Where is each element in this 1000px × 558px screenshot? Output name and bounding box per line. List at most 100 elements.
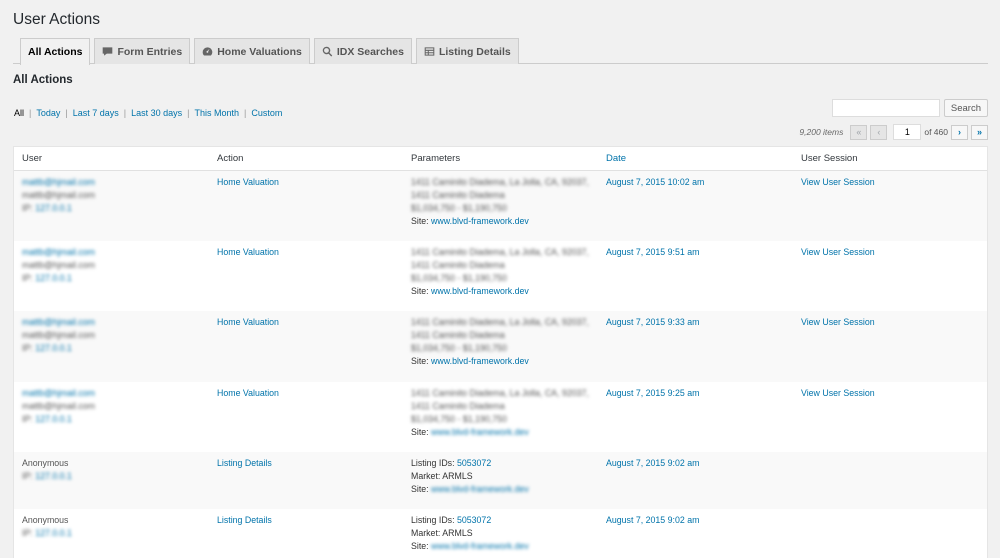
param-street: 1411 Caminito Diadema	[411, 330, 505, 340]
date-link[interactable]: August 7, 2015 9:02 am	[606, 515, 699, 525]
session-cell: View User Session	[801, 387, 875, 400]
filter-last-30-days[interactable]: Last 30 days	[131, 108, 182, 118]
parameters-cell: 1411 Caminito Diadema, La Jolla, CA, 920…	[411, 246, 589, 298]
site-label: Site:	[411, 427, 432, 437]
user-anonymous: Anonymous	[22, 515, 69, 525]
date-cell: August 7, 2015 9:33 am	[606, 316, 699, 329]
prev-page-button[interactable]: ‹	[870, 124, 888, 140]
ip-label: IP:	[22, 528, 36, 538]
table-row: mattb@hjmail.com mattb@hjmail.com IP: 12…	[14, 241, 987, 311]
site-link[interactable]: www.blvd-framework.dev	[431, 484, 529, 494]
date-link[interactable]: August 7, 2015 10:02 am	[606, 177, 704, 187]
date-link[interactable]: August 7, 2015 9:33 am	[606, 317, 699, 327]
search-input[interactable]	[831, 99, 940, 117]
filter-last-7-days[interactable]: Last 7 days	[73, 108, 119, 118]
param-listing-ids: Listing IDs: 5053072	[411, 457, 529, 470]
action-cell: Listing Details	[217, 514, 272, 527]
site-link[interactable]: www.blvd-framework.dev	[431, 356, 529, 366]
view-user-session-link[interactable]: View User Session	[801, 388, 875, 398]
item-count: 9,200 items	[799, 127, 844, 137]
filter-separator: |	[244, 108, 247, 118]
param-site: Site: www.blvd-framework.dev	[411, 540, 529, 553]
filter-separator: |	[187, 108, 190, 118]
filter-custom[interactable]: Custom	[251, 108, 282, 118]
action-link[interactable]: Home Valuation	[217, 177, 279, 187]
tab-bar: All Actions Form Entries Home Valuations…	[20, 38, 519, 65]
last-page-button[interactable]: »	[971, 124, 988, 140]
date-link[interactable]: August 7, 2015 9:51 am	[606, 247, 699, 257]
tab-listing-details[interactable]: Listing Details	[415, 38, 519, 64]
session-cell: View User Session	[801, 246, 875, 259]
first-page-button[interactable]: «	[850, 124, 868, 140]
tab-idx-searches[interactable]: IDX Searches	[313, 38, 412, 64]
action-link[interactable]: Listing Details	[217, 515, 272, 525]
user-ip: IP: 127.0.0.1	[22, 202, 95, 215]
user-anonymous: Anonymous	[22, 458, 69, 468]
user-actions-table: User Action Parameters Date User Session…	[13, 146, 988, 558]
param-address: 1411 Caminito Diadema, La Jolla, CA, 920…	[411, 177, 589, 187]
tab-label: Listing Details	[438, 45, 511, 58]
column-user: User	[22, 153, 43, 164]
ip-link[interactable]: 127.0.0.1	[35, 471, 72, 481]
parameters-cell: 1411 Caminito Diadema, La Jolla, CA, 920…	[411, 316, 589, 368]
filter-separator: |	[65, 108, 68, 118]
site-link[interactable]: www.blvd-framework.dev	[431, 286, 529, 296]
ip-link[interactable]: 127.0.0.1	[35, 528, 72, 538]
user-email-link[interactable]: mattb@hjmail.com	[22, 176, 95, 189]
tab-all-actions[interactable]: All Actions	[20, 38, 91, 65]
user-cell: mattb@hjmail.com mattb@hjmail.com IP: 12…	[22, 246, 95, 285]
next-page-button[interactable]: ›	[951, 124, 968, 140]
user-email-link[interactable]: mattb@hjmail.com	[22, 246, 95, 259]
column-date-sort[interactable]: Date	[606, 153, 626, 164]
user-email: mattb@hjmail.com	[22, 330, 95, 340]
ip-link[interactable]: 127.0.0.1	[35, 414, 72, 424]
user-email: mattb@hjmail.com	[22, 401, 95, 411]
param-street: 1411 Caminito Diadema	[411, 190, 505, 200]
filter-separator: |	[123, 108, 127, 118]
user-ip: IP: 127.0.0.1	[22, 272, 95, 285]
filter-all[interactable]: All	[14, 108, 24, 118]
filter-today[interactable]: Today	[36, 108, 60, 118]
tab-home-valuations[interactable]: Home Valuations	[194, 38, 310, 64]
site-link[interactable]: www.blvd-framework.dev	[431, 216, 529, 226]
action-link[interactable]: Listing Details	[217, 458, 272, 468]
column-user-session: User Session	[801, 153, 858, 164]
user-email-link[interactable]: mattb@hjmail.com	[22, 316, 95, 329]
date-link[interactable]: August 7, 2015 9:25 am	[606, 388, 699, 398]
listing-id-link[interactable]: 5053072	[457, 515, 491, 525]
view-user-session-link[interactable]: View User Session	[801, 177, 875, 187]
param-market: Market: ARMLS	[411, 528, 473, 538]
current-page-input[interactable]	[893, 124, 922, 140]
dashboard-icon	[202, 47, 213, 56]
table-row: Anonymous IP: 127.0.0.1 Listing Details …	[14, 509, 987, 558]
action-link[interactable]: Home Valuation	[217, 247, 279, 257]
filter-this-month[interactable]: This Month	[195, 108, 240, 118]
date-cell: August 7, 2015 10:02 am	[606, 176, 704, 189]
ip-link[interactable]: 127.0.0.1	[35, 343, 72, 353]
user-cell: mattb@hjmail.com mattb@hjmail.com IP: 12…	[22, 387, 95, 426]
search-button[interactable]: Search	[943, 99, 988, 117]
listing-id-link[interactable]: 5053072	[457, 458, 491, 468]
table-icon	[424, 47, 435, 56]
ip-link[interactable]: 127.0.0.1	[35, 273, 72, 283]
site-link[interactable]: www.blvd-framework.dev	[431, 427, 529, 437]
param-address: 1411 Caminito Diadema, La Jolla, CA, 920…	[411, 388, 589, 398]
date-link[interactable]: August 7, 2015 9:02 am	[606, 458, 699, 468]
view-user-session-link[interactable]: View User Session	[801, 247, 875, 257]
site-label: Site:	[411, 356, 432, 366]
tab-label: IDX Searches	[336, 45, 404, 58]
user-email-link[interactable]: mattb@hjmail.com	[22, 387, 95, 400]
action-cell: Listing Details	[217, 457, 272, 470]
action-link[interactable]: Home Valuation	[217, 388, 279, 398]
view-user-session-link[interactable]: View User Session	[801, 317, 875, 327]
action-link[interactable]: Home Valuation	[217, 317, 279, 327]
site-link[interactable]: www.blvd-framework.dev	[431, 541, 529, 551]
param-site: Site: www.blvd-framework.dev	[411, 285, 589, 298]
action-cell: Home Valuation	[217, 316, 279, 329]
param-site: Site: www.blvd-framework.dev	[411, 483, 529, 496]
ip-link[interactable]: 127.0.0.1	[35, 203, 72, 213]
param-market: Market: ARMLS	[411, 471, 473, 481]
tab-form-entries[interactable]: Form Entries	[94, 38, 191, 64]
site-label: Site:	[411, 286, 432, 296]
table-row: Anonymous IP: 127.0.0.1 Listing Details …	[14, 452, 987, 509]
